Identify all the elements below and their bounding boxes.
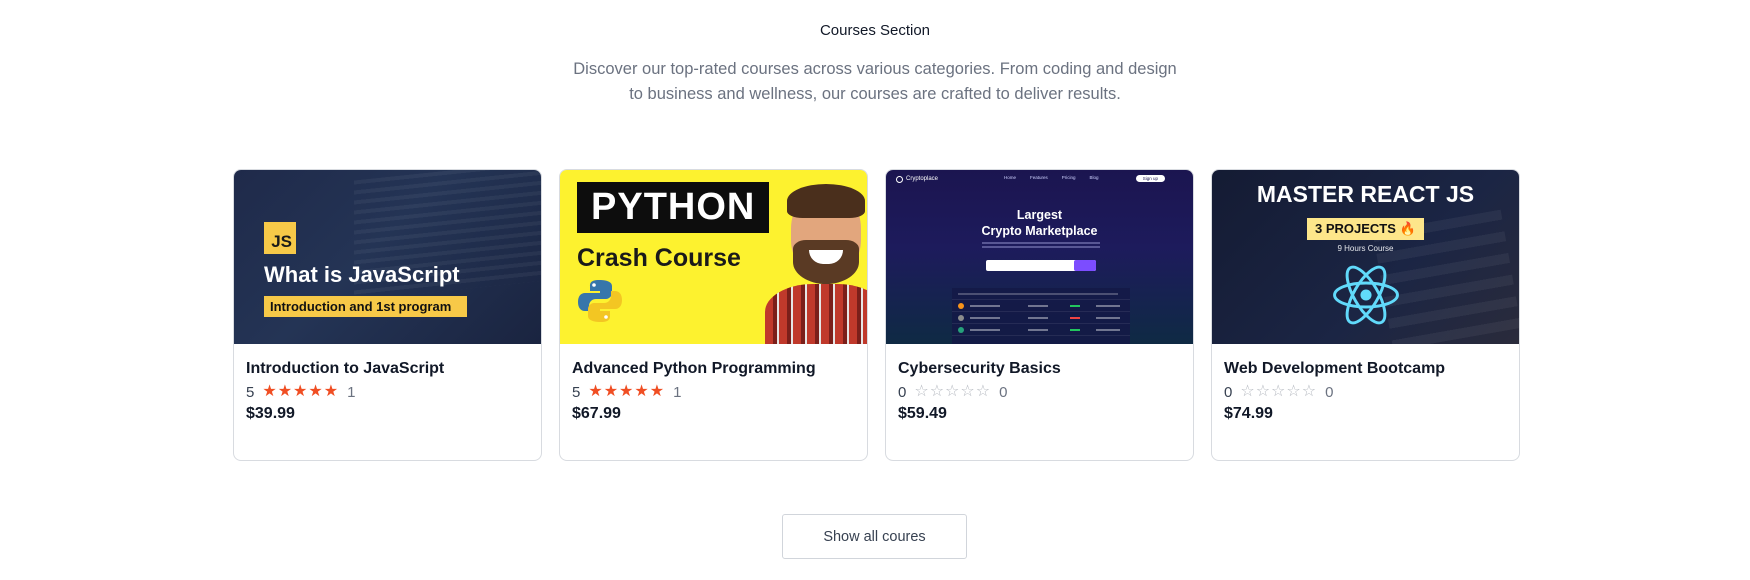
star-rating-icon: ★★★★★ xyxy=(262,383,340,400)
course-thumbnail[interactable]: JS What is JavaScript Introduction and 1… xyxy=(234,170,541,344)
js-logo-badge: JS xyxy=(264,222,296,254)
thumbnail-signup-button: Sign up xyxy=(1135,175,1165,182)
rating-row: 0 ☆☆☆☆☆ 0 xyxy=(1224,382,1507,402)
thumbnail-badge: 3 PROJECTS 🔥 xyxy=(1307,218,1424,240)
rating-value: 0 xyxy=(1224,383,1233,401)
course-price: $39.99 xyxy=(246,405,295,422)
review-count: 1 xyxy=(673,383,682,401)
thumbnail-table xyxy=(952,288,1130,344)
thumbnail-headline: MASTER REACT JS xyxy=(1256,181,1475,207)
rating-value: 5 xyxy=(572,383,581,401)
course-thumbnail[interactable]: PYTHON Crash Course xyxy=(560,170,867,344)
thumbnail-search-bar xyxy=(986,260,1096,271)
thumbnail-note xyxy=(982,242,1100,248)
course-card-cybersecurity[interactable]: Cryptoplace Home Features Pricing Blog S… xyxy=(885,169,1194,461)
course-title[interactable]: Cybersecurity Basics xyxy=(898,359,1181,379)
show-all-courses-button[interactable]: Show all coures xyxy=(782,514,967,559)
thumbnail-headline: What is JavaScript xyxy=(264,262,460,287)
star-rating-icon: ★★★★★ xyxy=(588,383,666,400)
rating-row: 0 ☆☆☆☆☆ 0 xyxy=(898,382,1181,402)
course-title[interactable]: Advanced Python Programming xyxy=(572,359,855,379)
course-card-python[interactable]: PYTHON Crash Course Advanced Python Prog… xyxy=(559,169,868,461)
course-price: $59.49 xyxy=(898,405,947,422)
review-count: 0 xyxy=(1325,383,1334,401)
instructor-photo xyxy=(765,184,867,344)
star-rating-icon: ☆☆☆☆☆ xyxy=(1240,383,1318,400)
thumbnail-headline: Largest Crypto Marketplace xyxy=(981,208,1098,238)
thumbnail-headline: PYTHON xyxy=(577,182,770,233)
thumbnail-logo: Cryptoplace xyxy=(896,175,938,183)
review-count: 0 xyxy=(999,383,1008,401)
course-thumbnail[interactable]: MASTER REACT JS 3 PROJECTS 🔥 9 Hours Cou… xyxy=(1212,170,1519,344)
thumbnail-subtitle: Introduction and 1st program xyxy=(264,296,467,317)
course-title[interactable]: Web Development Bootcamp xyxy=(1224,359,1507,379)
rating-row: 5 ★★★★★ 1 xyxy=(246,382,529,402)
course-card-list: JS What is JavaScript Introduction and 1… xyxy=(233,169,1520,461)
course-price: $67.99 xyxy=(572,405,621,422)
review-count: 1 xyxy=(347,383,356,401)
thumbnail-nav: Home Features Pricing Blog xyxy=(1004,175,1099,180)
thumbnail-subtitle: Crash Course xyxy=(577,244,741,272)
thumbnail-subtitle: 9 Hours Course xyxy=(1337,244,1394,253)
rating-value: 0 xyxy=(898,383,907,401)
section-description: Discover our top-rated courses across va… xyxy=(573,60,1177,103)
course-thumbnail[interactable]: Cryptoplace Home Features Pricing Blog S… xyxy=(886,170,1193,344)
react-logo-icon xyxy=(1333,265,1399,325)
course-price: $74.99 xyxy=(1224,405,1273,422)
section-title: Courses Section xyxy=(819,22,931,39)
star-rating-icon: ☆☆☆☆☆ xyxy=(914,383,992,400)
course-card-javascript[interactable]: JS What is JavaScript Introduction and 1… xyxy=(233,169,542,461)
course-card-web-development[interactable]: MASTER REACT JS 3 PROJECTS 🔥 9 Hours Cou… xyxy=(1211,169,1520,461)
rating-row: 5 ★★★★★ 1 xyxy=(572,382,855,402)
course-title[interactable]: Introduction to JavaScript xyxy=(246,359,529,379)
rating-value: 5 xyxy=(246,383,255,401)
python-logo-icon xyxy=(578,280,622,322)
